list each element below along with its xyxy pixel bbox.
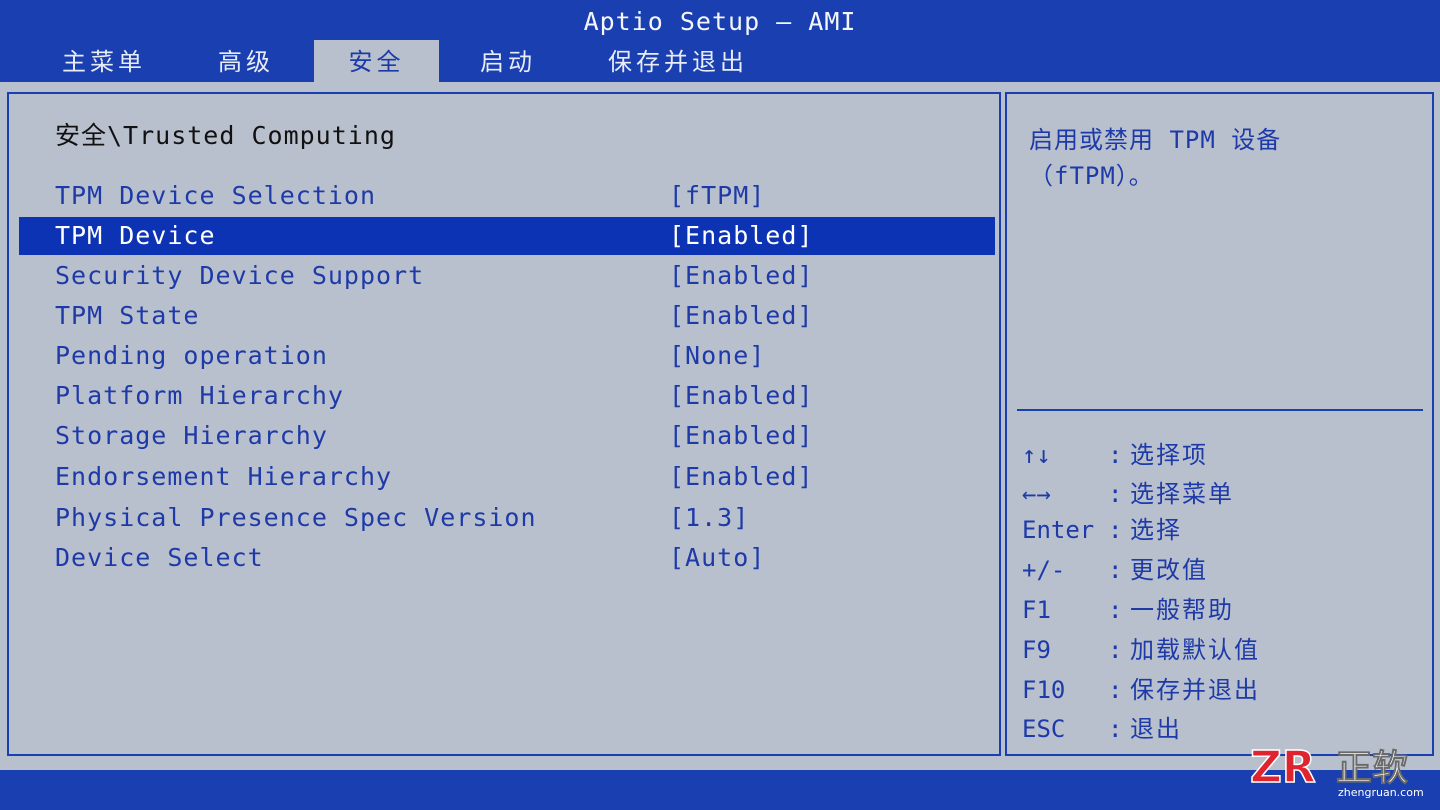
key-description: 一般帮助 [1130,596,1234,624]
setting-label: Physical Presence Spec Version [55,503,537,532]
setting-label: TPM State [55,301,200,330]
key-separator: : [1108,480,1123,508]
key-separator: : [1108,516,1123,544]
key-description: 加载默认值 [1130,636,1260,664]
setting-tpm-device[interactable]: TPM Device [Enabled] [19,217,995,255]
setting-pending-operation[interactable]: Pending operation [None] [19,337,995,375]
logo-mark: ZR [1250,744,1316,793]
setting-label: Storage Hierarchy [55,421,328,450]
bottom-status-bar [0,770,1440,810]
key-separator: : [1108,715,1123,743]
help-divider [1017,409,1423,411]
settings-panel: 安全\Trusted Computing TPM Device Selectio… [7,92,1001,756]
tab-main[interactable]: 主菜单 [62,40,146,82]
key-hint-plus-minus: +/- : 更改值 [1022,552,1422,588]
key-separator: : [1108,636,1123,664]
key-name: ↑↓ [1022,441,1051,469]
key-hint-left-right: ←→ : 选择菜单 [1022,476,1422,512]
key-description: 选择项 [1130,441,1208,469]
setting-value[interactable]: [Enabled] [669,217,813,255]
setting-endorsement-hierarchy[interactable]: Endorsement Hierarchy [Enabled] [19,458,995,496]
setting-label: Security Device Support [55,261,425,290]
setting-label: TPM Device Selection [55,181,377,210]
setting-value[interactable]: [Enabled] [669,257,813,295]
setting-value[interactable]: [Enabled] [669,297,813,335]
key-hint-esc: ESC : 退出 [1022,711,1422,747]
zr-logo-icon: ZR 正软 zhengruan.com [1249,741,1424,799]
setting-value[interactable]: [fTPM] [669,177,765,215]
key-name: +/- [1022,556,1066,584]
key-hint-up-down: ↑↓ : 选择项 [1022,437,1422,473]
key-name: ESC [1022,715,1066,743]
key-description: 更改值 [1130,556,1208,584]
setting-storage-hierarchy[interactable]: Storage Hierarchy [Enabled] [19,417,995,455]
tab-advanced[interactable]: 高级 [218,40,274,82]
key-name: F9 [1022,636,1051,664]
key-separator: : [1108,441,1123,469]
setting-value[interactable]: [Enabled] [669,377,813,415]
setting-value[interactable]: [Enabled] [669,417,813,455]
setting-physical-presence-spec-version[interactable]: Physical Presence Spec Version [1.3] [19,499,995,537]
setting-label: Pending operation [55,341,328,370]
key-description: 选择菜单 [1130,480,1234,508]
setting-label: TPM Device [55,221,216,250]
key-hint-enter: Enter : 选择 [1022,512,1422,548]
setting-security-device-support[interactable]: Security Device Support [Enabled] [19,257,995,295]
tab-boot[interactable]: 启动 [480,40,536,82]
key-hint-f9: F9 : 加载默认值 [1022,632,1422,668]
help-description: 启用或禁用 TPM 设备 （fTPM）。 [1029,122,1419,194]
setting-label: Endorsement Hierarchy [55,462,393,491]
menu-tabs: 主菜单 高级 安全 启动 保存并退出 [0,40,1440,82]
key-description: 选择 [1130,516,1182,544]
key-name: Enter [1022,516,1095,544]
key-separator: : [1108,596,1123,624]
main-area: 安全\Trusted Computing TPM Device Selectio… [0,82,1440,770]
setting-label: Device Select [55,543,264,572]
window-title: Aptio Setup – AMI [583,7,857,36]
key-name: F10 [1022,676,1066,704]
zhengruan-watermark: ZR 正软 zhengruan.com [1249,741,1428,799]
setting-value[interactable]: [None] [669,337,765,375]
setting-value[interactable]: [1.3] [669,499,749,537]
help-panel: 启用或禁用 TPM 设备 （fTPM）。 ↑↓ : 选择项 ←→ : 选择菜单 … [1005,92,1434,756]
breadcrumb: 安全\Trusted Computing [55,121,396,150]
tab-security[interactable]: 安全 [314,40,439,82]
setting-label: Platform Hierarchy [55,381,344,410]
setting-value[interactable]: [Auto] [669,539,765,577]
key-separator: : [1108,556,1123,584]
key-hint-f10: F10 : 保存并退出 [1022,672,1422,708]
setting-value[interactable]: [Enabled] [669,458,813,496]
help-line: 启用或禁用 TPM 设备 [1029,126,1282,154]
logo-domain: zhengruan.com [1338,786,1424,798]
key-description: 保存并退出 [1130,676,1260,704]
key-hint-f1: F1 : 一般帮助 [1022,592,1422,628]
setting-tpm-device-selection[interactable]: TPM Device Selection [fTPM] [19,177,995,215]
key-name: ←→ [1022,480,1051,508]
setting-device-select[interactable]: Device Select [Auto] [19,539,995,577]
setting-tpm-state[interactable]: TPM State [Enabled] [19,297,995,335]
key-separator: : [1108,676,1123,704]
tab-save-exit[interactable]: 保存并退出 [608,40,748,82]
help-line: （fTPM）。 [1029,162,1154,190]
key-name: F1 [1022,596,1051,624]
key-description: 退出 [1130,715,1182,743]
logo-brand: 正软 [1336,748,1408,789]
setting-platform-hierarchy[interactable]: Platform Hierarchy [Enabled] [19,377,995,415]
